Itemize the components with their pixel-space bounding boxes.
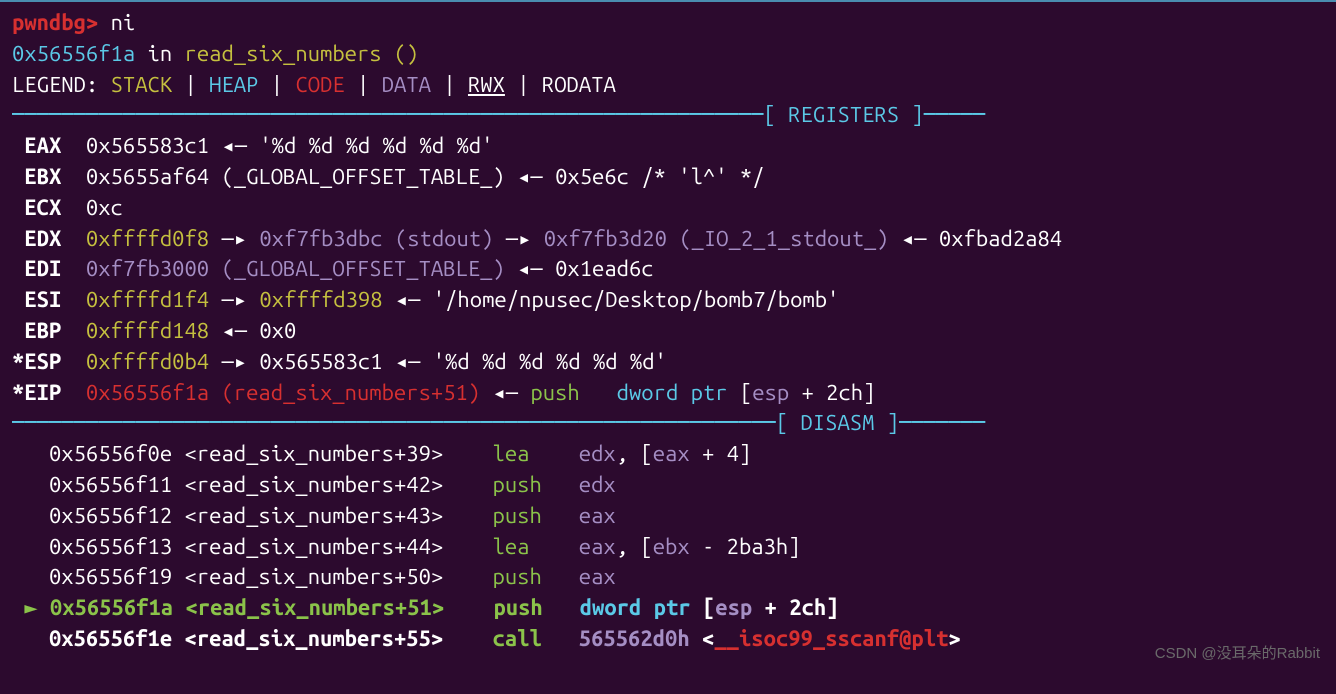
reg-ebx: EBX 0x5655af64 (_GLOBAL_OFFSET_TABLE_) ◂… <box>12 162 1324 193</box>
disasm-row: 0x56556f0e <read_six_numbers+39> lea edx… <box>12 439 1324 470</box>
reg-eip: *EIP 0x56556f1a (read_six_numbers+51) ◂—… <box>12 378 1324 409</box>
reg-ebp: EBP 0xffffd148 ◂— 0x0 <box>12 316 1324 347</box>
disasm-row: 0x56556f13 <read_six_numbers+44> lea eax… <box>12 532 1324 563</box>
prompt: pwndbg> <box>12 10 98 35</box>
legend-line: LEGEND: STACK | HEAP | CODE | DATA | RWX… <box>12 70 1324 101</box>
current-marker-icon: ► <box>12 595 38 620</box>
section-registers: ────────────────────────────────────────… <box>12 100 1324 131</box>
reg-esp: *ESP 0xffffd0b4 —▸ 0x565583c1 ◂— '%d %d … <box>12 347 1324 378</box>
disasm-row: 0x56556f12 <read_six_numbers+43> push ea… <box>12 501 1324 532</box>
watermark: CSDN @没耳朵的Rabbit <box>1155 643 1320 664</box>
disasm-row: 0x56556f1e <read_six_numbers+55> call 56… <box>12 624 1324 655</box>
prompt-line[interactable]: pwndbg> ni <box>12 8 1324 39</box>
reg-edx: EDX 0xffffd0f8 —▸ 0xf7fb3dbc (stdout) —▸… <box>12 224 1324 255</box>
reg-esi: ESI 0xffffd1f4 —▸ 0xffffd398 ◂— '/home/n… <box>12 285 1324 316</box>
command-input: ni <box>111 10 136 35</box>
reg-ecx: ECX 0xc <box>12 193 1324 224</box>
reg-eax: EAX 0x565583c1 ◂— '%d %d %d %d %d %d' <box>12 131 1324 162</box>
disasm-row-current: ► 0x56556f1a <read_six_numbers+51> push … <box>12 593 1324 624</box>
reg-edi: EDI 0xf7fb3000 (_GLOBAL_OFFSET_TABLE_) ◂… <box>12 254 1324 285</box>
section-disasm: ────────────────────────────────────────… <box>12 408 1324 439</box>
disasm-row: 0x56556f19 <read_six_numbers+50> push ea… <box>12 562 1324 593</box>
disasm-row: 0x56556f11 <read_six_numbers+42> push ed… <box>12 470 1324 501</box>
exec-location: 0x56556f1a in read_six_numbers () <box>12 39 1324 70</box>
